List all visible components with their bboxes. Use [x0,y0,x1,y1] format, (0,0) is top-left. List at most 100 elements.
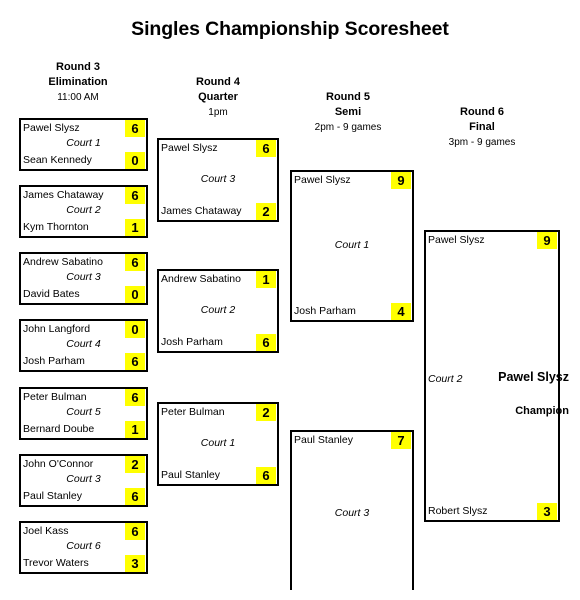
match-box-r3-5[interactable]: Peter Bulman 6 Court 5 Bernard Doube 1 [19,387,148,440]
court-label: Court 1 [66,137,101,149]
champion-label: Champion [515,405,569,417]
match-box-r3-4[interactable]: John Langford 0 Court 4 Josh Parham 6 [19,319,148,372]
round-5-number: Round 5 [326,91,370,103]
player-score [391,573,411,590]
player-name: Paul Stanley [23,490,82,502]
match-slot-top: Pawel Slysz 9 [292,172,412,189]
player-score: 7 [391,432,411,449]
player-name: Andrew Sabatino [161,273,241,285]
court-label: Court 3 [66,473,101,485]
match-slot-bottom: Josh Parham 6 [21,353,146,370]
court-label: Court 2 [66,204,101,216]
player-score: 6 [125,254,145,271]
player-score: 0 [125,152,145,169]
player-name: Pawel Slysz [428,234,485,246]
match-slot-top: Pawel Slysz 6 [21,120,146,137]
match-slot-top: Joel Kass 6 [21,523,146,540]
match-box-r3-1[interactable]: Pawel Slysz 6 Court 1 Sean Kennedy 0 [19,118,148,171]
player-name: Andrew Sabatino [23,256,103,268]
court-label: Court 3 [66,271,101,283]
round-4-time: 1pm [208,107,228,118]
match-slot-bottom: Bernard Doube 1 [21,421,146,438]
player-name: Josh Parham [294,305,356,317]
match-box-r4-1[interactable]: Pawel Slysz 6 Court 3 James Chataway 2 [157,138,279,222]
match-slot-bottom: Trevor Waters 3 [21,555,146,572]
player-name: Peter Bulman [23,391,87,403]
champion-block: Pawel Slysz Champion [432,368,569,420]
player-name: John O'Connor [23,458,94,470]
round-6-number: Round 6 [460,106,504,118]
round-6-time: 3pm - 9 games [448,137,516,148]
match-box-r4-2[interactable]: Andrew Sabatino 1 Court 2 Josh Parham 6 [157,269,279,353]
court-label: Court 1 [200,437,236,449]
player-score: 0 [125,321,145,338]
player-name: Josh Parham [161,336,223,348]
court-label: Court 3 [334,507,370,519]
match-slot-top: Andrew Sabatino 1 [159,271,277,288]
round-header-6: Round 6 Final 3pm - 9 games [412,105,552,150]
round-4-stage: Quarter [198,91,238,103]
player-name: James Chataway [23,189,104,201]
page-title: Singles Championship Scoresheet [131,18,449,40]
player-score: 6 [256,467,276,484]
player-score: 6 [256,140,276,157]
match-slot-bottom: Sean Kennedy 0 [21,152,146,169]
match-slot-top: Paul Stanley 7 [292,432,412,449]
round-header-5: Round 5 Semi 2pm - 9 games [278,90,418,135]
player-score: 6 [125,187,145,204]
champion-name: Pawel Slysz [498,370,569,384]
match-slot-top: John O'Connor 2 [21,456,146,473]
match-box-r3-2[interactable]: James Chataway 6 Court 2 Kym Thornton 1 [19,185,148,238]
round-3-number: Round 3 [56,61,100,73]
match-slot-bottom: Paul Stanley 6 [21,488,146,505]
match-slot-bottom [292,573,412,590]
player-name: Pawel Slysz [161,142,218,154]
player-name: Robert Slysz [428,505,488,517]
player-score: 9 [537,232,557,249]
player-score: 6 [125,488,145,505]
court-label: Court 4 [66,338,101,350]
round-5-time: 2pm - 9 games [314,122,382,133]
player-name: Bernard Doube [23,423,95,435]
player-score: 0 [125,286,145,303]
match-box-r5-1[interactable]: Pawel Slysz 9 Court 1 Josh Parham 4 [290,170,414,322]
round-header-4: Round 4 Quarter 1pm [148,75,288,120]
match-slot-top: Peter Bulman 2 [159,404,277,421]
match-box-r3-6[interactable]: John O'Connor 2 Court 3 Paul Stanley 6 [19,454,148,507]
player-name: Paul Stanley [294,434,353,446]
match-slot-top: John Langford 0 [21,321,146,338]
match-slot-bottom: David Bates 0 [21,286,146,303]
match-box-r3-7[interactable]: Joel Kass 6 Court 6 Trevor Waters 3 [19,521,148,574]
player-name: Sean Kennedy [23,154,92,166]
match-box-r5-2[interactable]: Paul Stanley 7 Court 3 [290,430,414,590]
player-score: 3 [125,555,145,572]
player-score: 3 [537,503,557,520]
player-name: Pawel Slysz [294,174,351,186]
match-slot-bottom: Robert Slysz 3 [426,503,558,520]
player-name: John Langford [23,323,91,335]
player-name: Trevor Waters [23,557,89,569]
court-label: Court 5 [66,406,101,418]
player-score: 6 [125,353,145,370]
round-4-number: Round 4 [196,76,240,88]
player-name: David Bates [23,288,80,300]
round-6-stage: Final [469,121,495,133]
match-slot-top: Andrew Sabatino 6 [21,254,146,271]
match-slot-bottom: Josh Parham 4 [292,303,412,320]
match-slot-bottom: Josh Parham 6 [159,334,277,351]
player-score: 6 [125,120,145,137]
player-score: 1 [125,421,145,438]
player-score: 2 [256,404,276,421]
round-3-stage: Elimination [48,76,108,88]
match-box-r3-3[interactable]: Andrew Sabatino 6 Court 3 David Bates 0 [19,252,148,305]
player-name: James Chataway [161,205,242,217]
court-label: Court 6 [66,540,101,552]
match-slot-top: Pawel Slysz 6 [159,140,277,157]
player-name: Peter Bulman [161,406,225,418]
player-score: 6 [256,334,276,351]
match-slot-bottom: Paul Stanley 6 [159,467,277,484]
player-name: Pawel Slysz [23,122,80,134]
player-score: 6 [125,523,145,540]
match-box-r4-3[interactable]: Peter Bulman 2 Court 1 Paul Stanley 6 [157,402,279,486]
court-label: Court 1 [334,239,370,251]
